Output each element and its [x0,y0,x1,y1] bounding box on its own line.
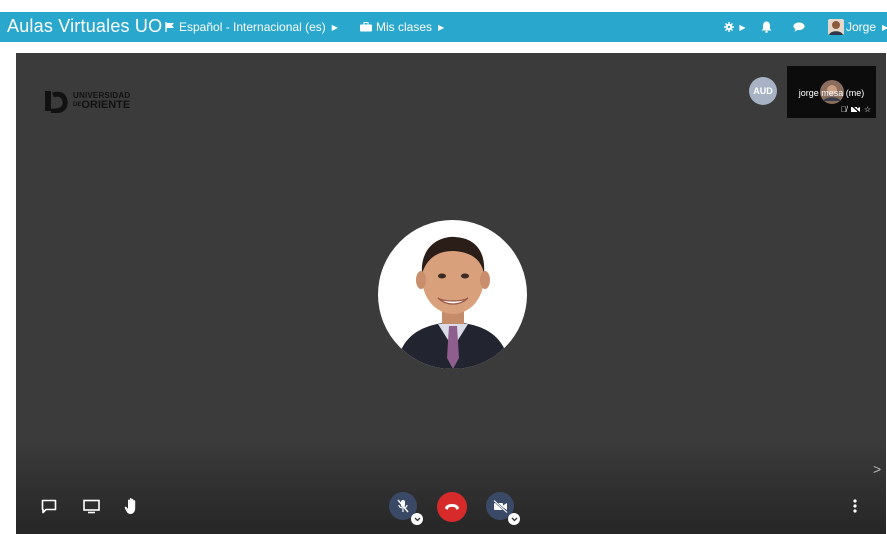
caret-right-icon: ▶ [882,22,887,32]
top-navbar: Aulas Virtuales UO Español - Internacion… [0,12,887,42]
caret-right-icon: ▶ [739,22,746,32]
hang-up-button[interactable] [437,492,467,522]
screen-share-icon [82,499,100,513]
microphone-muted-icon [397,499,409,513]
star-icon: ☆ [863,105,871,114]
participant-avatar [378,220,527,369]
user-name: Jorge [846,20,877,34]
camera-off-icon [492,499,508,513]
classes-label: Mis clases [376,20,433,34]
chat-icon [41,499,57,513]
messages-button[interactable] [790,18,808,36]
language-menu[interactable]: Español - Internacional (es) ▶ [165,20,338,34]
more-options-button[interactable] [847,495,863,517]
hang-up-icon [445,504,459,510]
university-logo: UNIVERSIDAD DEORIENTE [44,89,130,113]
raise-hand-button[interactable] [121,494,143,518]
self-video-thumbnail[interactable]: jorge mesa (me) 🎙̸ ☆ [787,66,876,118]
screen-share-button[interactable] [80,495,102,517]
user-avatar[interactable] [828,19,844,35]
classes-menu[interactable]: Mis clases ▶ [360,20,444,34]
caret-right-icon: ▶ [331,22,338,32]
user-menu[interactable]: Jorge ▶ [846,20,887,34]
raise-hand-icon [124,498,136,514]
chevron-down-icon [511,517,517,521]
uo-logo-icon [45,91,68,113]
microphone-muted-icon: 🎙̸ [840,105,847,114]
microphone-toggle-button[interactable] [389,492,423,525]
briefcase-icon [360,22,372,32]
meeting-stage: UNIVERSIDAD DEORIENTE AUD jorge mesa (me… [16,53,886,534]
bell-icon [761,21,771,33]
camera-toggle-button[interactable] [486,492,520,525]
chat-bubble-icon [793,22,805,32]
microphone-options-badge[interactable] [411,513,423,525]
language-label: Español - Internacional (es) [179,20,326,34]
flag-icon [165,22,174,32]
self-name: jorge mesa (me) [798,88,865,98]
settings-menu[interactable]: ▶ [723,18,747,36]
audience-avatar[interactable]: AUD [749,77,777,105]
caret-right-icon: ▶ [438,22,445,32]
camera-options-badge[interactable] [508,513,520,525]
logo-line2: ORIENTE [81,99,131,111]
gear-icon [724,22,735,32]
audience-label: AUD [753,86,773,96]
chevron-down-icon [414,517,420,521]
panel-expand-icon[interactable]: > [873,461,881,477]
more-vertical-icon [853,499,857,513]
chat-toggle-button[interactable] [38,495,60,517]
camera-off-icon [850,105,860,113]
notifications-button[interactable] [757,18,775,36]
site-brand[interactable]: Aulas Virtuales UO [7,16,162,37]
